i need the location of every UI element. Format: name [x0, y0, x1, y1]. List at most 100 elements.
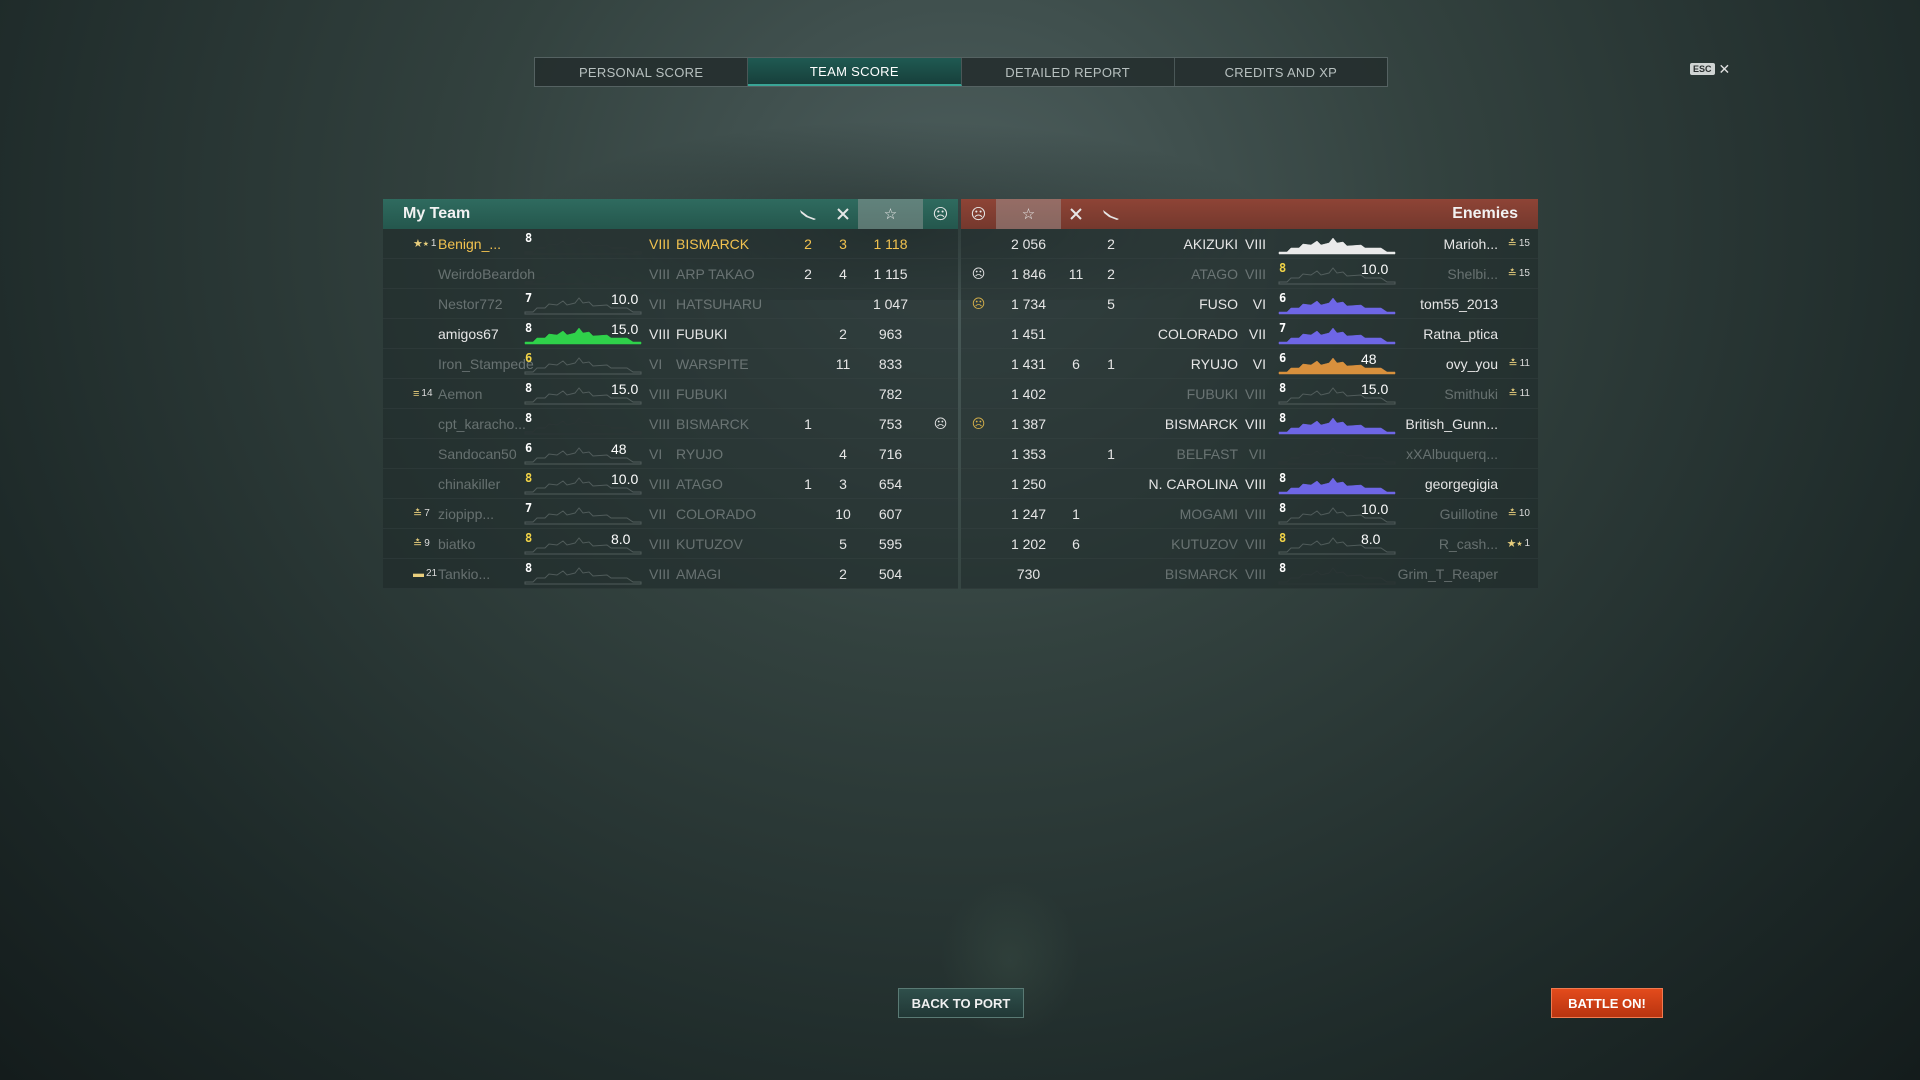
table-row[interactable]: ≛ 9 biatko 8 8.0 VIII KUTUZOV 5 595: [383, 529, 958, 559]
battle-on-button[interactable]: BATTLE ON!: [1551, 988, 1663, 1018]
ship-tier: VII: [1248, 445, 1266, 462]
kills-count: 10: [835, 505, 851, 522]
score-value: 595: [878, 535, 903, 552]
table-row[interactable]: WeirdoBeardoh VIII ARP TAKAO 2 4 1 115: [383, 259, 958, 289]
player-name[interactable]: Grim_T_Reaper: [1398, 559, 1498, 588]
score-column-star-icon[interactable]: ☆: [996, 199, 1061, 229]
rank-badge: ★⭑ 1: [413, 229, 436, 258]
player-name[interactable]: cpt_karacho...: [438, 409, 526, 438]
score-column-star-icon[interactable]: ☆: [858, 199, 923, 229]
ship-tier: VIII: [649, 475, 671, 492]
player-name[interactable]: Ratna_ptica: [1423, 319, 1498, 348]
player-name[interactable]: ovy_you: [1446, 349, 1498, 378]
player-name[interactable]: Shelbi...: [1447, 259, 1498, 288]
player-name[interactable]: Marioh...: [1444, 229, 1498, 258]
rank-icon: ≛: [1507, 238, 1517, 250]
ship-rating: 48: [611, 441, 627, 457]
table-row[interactable]: ☹ 1 734 5 FUSO VI 6 tom55_2013: [961, 289, 1538, 319]
kills-count: 5: [839, 535, 847, 552]
player-name[interactable]: Sandocan50: [438, 439, 517, 468]
table-row[interactable]: cpt_karacho... 8 VIII BISMARCK 1 753 ☹: [383, 409, 958, 439]
my-team-title: My Team: [403, 205, 471, 222]
back-to-port-button[interactable]: BACK TO PORT: [898, 988, 1024, 1018]
player-name[interactable]: Smithuki: [1444, 379, 1498, 408]
player-name[interactable]: R_cash...: [1439, 529, 1498, 558]
enemies-header: ☹ ☆ Enemies: [961, 199, 1538, 229]
crossed-swords-icon: [1061, 199, 1091, 229]
kills-count: [828, 289, 858, 318]
ship-name: FUSO: [1199, 295, 1238, 312]
planes-count: [793, 289, 823, 318]
ship-tier: VI: [649, 355, 663, 372]
table-row[interactable]: 1 247 1 MOGAMI VIII 8 10.0 Guillotine ≛ 10: [961, 499, 1538, 529]
player-name[interactable]: georgegigia: [1425, 469, 1498, 498]
table-row[interactable]: amigos67 8 15.0 VIII FUBUKI 2 963: [383, 319, 958, 349]
tier-badge: 6: [1279, 351, 1287, 365]
ship-silhouette: [1277, 473, 1397, 495]
status-icon: [923, 439, 958, 468]
ship-name: AKIZUKI: [1183, 235, 1238, 252]
ship-tier: VII: [649, 295, 667, 312]
player-name[interactable]: biatko: [438, 529, 475, 558]
status-icon: [923, 379, 958, 408]
table-row[interactable]: 730 BISMARCK VIII 8 Grim_T_Reaper: [961, 559, 1538, 589]
ship-silhouette: [523, 413, 643, 435]
status-icon: [923, 289, 958, 318]
player-name[interactable]: chinakiller: [438, 469, 500, 498]
table-row[interactable]: Sandocan50 6 48 VI RYUJO 4 716: [383, 439, 958, 469]
table-row[interactable]: chinakiller 8 10.0 VIII ATAGO 1 3 654: [383, 469, 958, 499]
table-row[interactable]: ▬ 21 Tankio... 8 VIII AMAGI 2 504: [383, 559, 958, 589]
player-name[interactable]: Benign_...: [438, 229, 501, 258]
rank-number: 15: [1518, 268, 1530, 279]
tab-credits-and-xp[interactable]: CREDITS AND XP: [1175, 58, 1387, 86]
table-row[interactable]: 1 202 6 KUTUZOV VIII 8 8.0 R_cash... ★⭑ 1: [961, 529, 1538, 559]
player-name[interactable]: tom55_2013: [1420, 289, 1498, 318]
player-name[interactable]: WeirdoBeardoh: [438, 259, 535, 288]
score-value: 1 247: [1010, 505, 1047, 522]
planes-count: 2: [804, 235, 812, 252]
ship-tier: VI: [1252, 355, 1266, 372]
table-row[interactable]: Nestor772 7 10.0 VII HATSUHARU 1 047: [383, 289, 958, 319]
player-name[interactable]: ziopipp...: [438, 499, 494, 528]
player-name[interactable]: Aemon: [438, 379, 482, 408]
table-row[interactable]: Iron_Stampede 6 VI WARSPITE 11 833: [383, 349, 958, 379]
tab-team-score[interactable]: TEAM SCORE: [748, 58, 962, 86]
table-row[interactable]: 1 402 FUBUKI VIII 8 15.0 Smithuki ≛ 11: [961, 379, 1538, 409]
status-icon: [923, 349, 958, 378]
rank-icon: ≛: [1507, 268, 1517, 280]
table-row[interactable]: ≡ 14 Aemon 8 15.0 VIII FUBUKI 782: [383, 379, 958, 409]
player-name[interactable]: Tankio...: [438, 559, 490, 588]
rank-icon: ≛: [413, 538, 423, 550]
table-row[interactable]: ☹ 1 387 BISMARCK VIII 8 British_Gunn...: [961, 409, 1538, 439]
table-row[interactable]: 1 250 N. CAROLINA VIII 8 georgegigia: [961, 469, 1538, 499]
table-row[interactable]: ≛ 7 ziopipp... 7 VII COLORADO 10 607: [383, 499, 958, 529]
rank-badge: [413, 319, 415, 348]
player-name[interactable]: Nestor772: [438, 289, 503, 318]
close-button[interactable]: ESC ✕: [1690, 62, 1730, 76]
rank-number: 1: [430, 238, 437, 249]
player-name[interactable]: xXAlbuquerq...: [1406, 439, 1498, 468]
player-name[interactable]: Guillotine: [1440, 499, 1498, 528]
enemies-list: 2 056 2 AKIZUKI VIII Marioh... ≛ 15 ☹ 1 846 11 2 AT…: [961, 229, 1538, 589]
kills-count: 4: [839, 445, 847, 462]
player-name[interactable]: Iron_Stampede: [438, 349, 534, 378]
ship-silhouette: [1277, 353, 1397, 375]
table-row[interactable]: 1 353 1 BELFAST VII xXAlbuquerq...: [961, 439, 1538, 469]
ship-tier: VIII: [1244, 535, 1266, 552]
ship-silhouette: [523, 563, 643, 585]
table-row[interactable]: ★⭑ 1 Benign_... 8 VIII BISMARCK 2 3 1 118: [383, 229, 958, 259]
ship-tier: VIII: [1244, 475, 1266, 492]
tab-detailed-report[interactable]: DETAILED REPORT: [962, 58, 1175, 86]
player-name[interactable]: British_Gunn...: [1405, 409, 1498, 438]
table-row[interactable]: 2 056 2 AKIZUKI VIII Marioh... ≛ 15: [961, 229, 1538, 259]
table-row[interactable]: ☹ 1 846 11 2 ATAGO VIII 8 10.0 Shelbi... ≛ 15: [961, 259, 1538, 289]
ship-tier: VIII: [649, 235, 671, 252]
table-row[interactable]: 1 431 6 1 RYUJO VI 6 48 ovy_you ≛ 11: [961, 349, 1538, 379]
tab-personal-score[interactable]: PERSONAL SCORE: [535, 58, 749, 86]
close-icon: ✕: [1718, 61, 1731, 77]
planes-count: 1: [804, 415, 812, 432]
player-name[interactable]: amigos67: [438, 319, 499, 348]
ship-tier: VIII: [649, 565, 671, 582]
crossed-swords-icon: [828, 199, 858, 229]
table-row[interactable]: 1 451 COLORADO VII 7 Ratna_ptica: [961, 319, 1538, 349]
